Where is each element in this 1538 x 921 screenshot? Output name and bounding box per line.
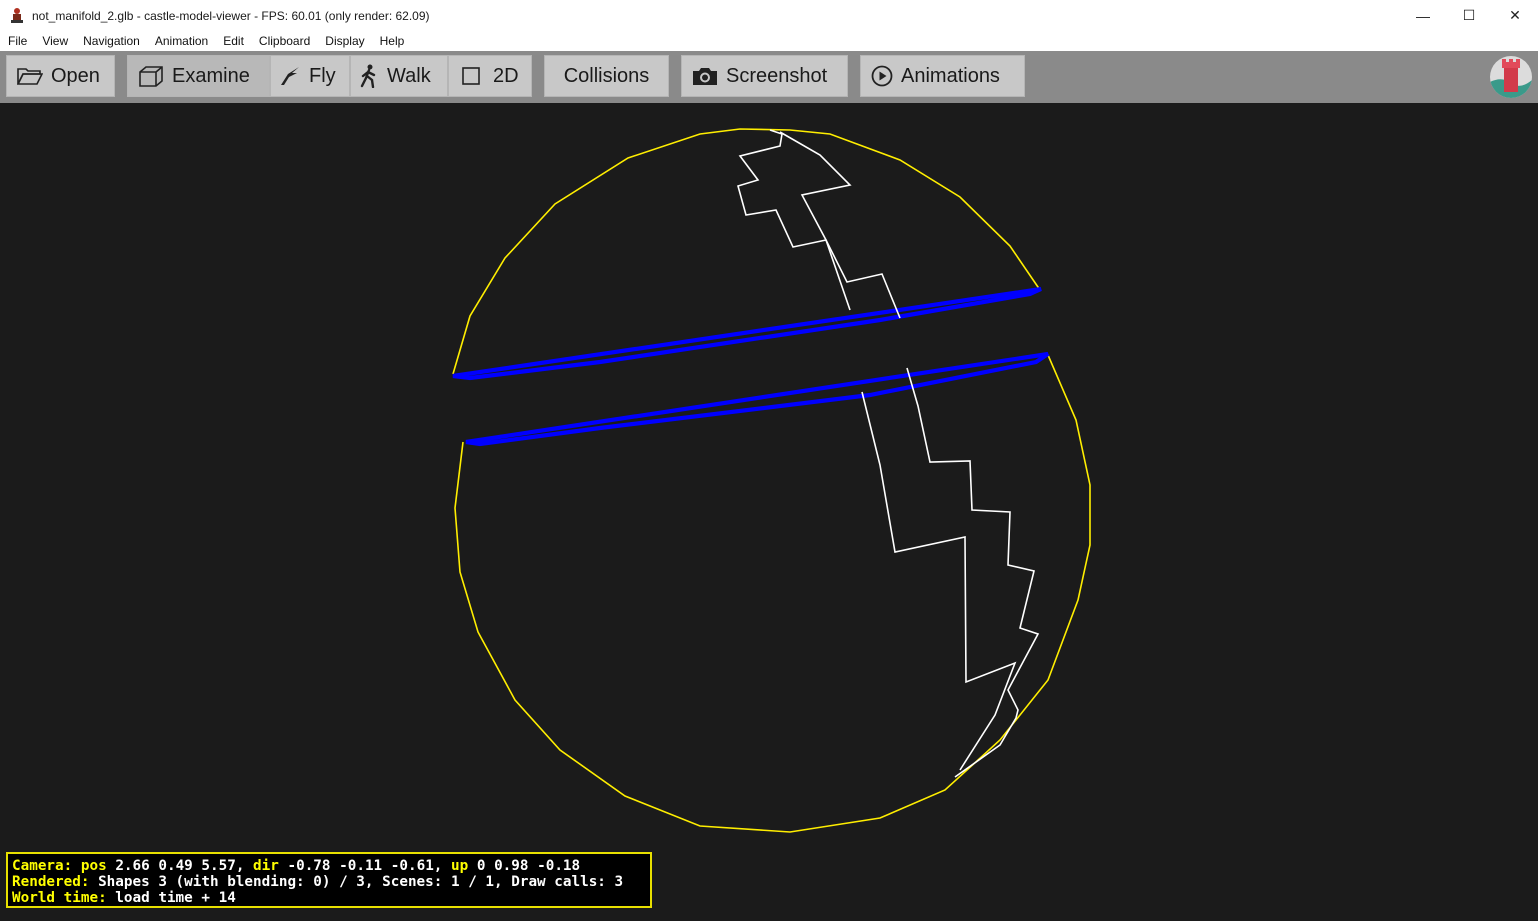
crack-line-outer [737, 129, 901, 319]
examine-button[interactable]: Examine [127, 55, 270, 97]
square-icon [461, 66, 481, 86]
walk-button[interactable]: Walk [350, 55, 448, 97]
fly-button[interactable]: Fly [270, 55, 350, 97]
menu-edit[interactable]: Edit [215, 31, 251, 51]
open-button[interactable]: Open [6, 55, 115, 97]
dir-value: -0.78 -0.11 -0.61, [287, 858, 443, 874]
menu-animation[interactable]: Animation [147, 31, 215, 51]
menu-navigation[interactable]: Navigation [75, 31, 147, 51]
pos-label: pos [80, 858, 107, 874]
camera-label: Camera: [12, 858, 73, 874]
world-time-value: load time + 14 [115, 890, 236, 906]
title-bar: not_manifold_2.glb - castle-model-viewer… [0, 0, 1538, 31]
up-label: up [451, 858, 469, 874]
examine-label: Examine [172, 64, 250, 87]
world-time-status-line: World time: load time + 14 [12, 890, 650, 906]
crack-line-lower-inner [861, 391, 1017, 771]
camera-status-line: Camera: pos 2.66 0.49 5.57, dir -0.78 -0… [12, 858, 650, 874]
collisions-label: Collisions [563, 64, 650, 87]
cube-icon [138, 65, 164, 87]
menu-view[interactable]: View [34, 31, 75, 51]
screenshot-button[interactable]: Screenshot [681, 55, 848, 97]
fly-label: Fly [309, 64, 336, 87]
rendered-status-line: Rendered: Shapes 3 (with blending: 0) / … [12, 874, 650, 890]
crack-line-lower-outer [906, 367, 1040, 778]
maximize-button[interactable]: ☐ [1446, 0, 1492, 31]
animations-button[interactable]: Animations [860, 55, 1025, 97]
pos-value: 2.66 0.49 5.57, [115, 858, 245, 874]
world-time-label: World time: [12, 890, 107, 906]
menu-clipboard[interactable]: Clipboard [251, 31, 317, 51]
toolbar: Open Examine Fly Walk 2D Collisions Scre… [0, 51, 1538, 103]
minimize-button[interactable]: — [1400, 0, 1446, 31]
camera-icon [692, 66, 718, 86]
menu-bar: File View Navigation Animation Edit Clip… [0, 31, 1538, 51]
2d-label: 2D [493, 64, 519, 87]
menu-help[interactable]: Help [372, 31, 412, 51]
castle-app-icon [8, 7, 26, 25]
window-title: not_manifold_2.glb - castle-model-viewer… [32, 8, 430, 23]
dir-label: dir [253, 858, 279, 874]
screenshot-label: Screenshot [726, 64, 828, 87]
close-button[interactable]: ✕ [1492, 0, 1538, 31]
walking-person-icon [359, 64, 379, 88]
scene-render [452, 128, 1091, 833]
collisions-button[interactable]: Collisions [544, 55, 669, 97]
sphere-lower-body [454, 354, 1091, 833]
2d-button[interactable]: 2D [448, 55, 532, 97]
menu-file[interactable]: File [0, 31, 34, 51]
animations-label: Animations [901, 64, 1000, 87]
bird-icon [279, 65, 301, 87]
rendered-label: Rendered: [12, 874, 90, 890]
3d-viewport[interactable] [0, 103, 1538, 916]
rendered-value: Shapes 3 (with blending: 0) / 3, Scenes:… [98, 874, 624, 890]
castle-logo-icon [1490, 56, 1532, 98]
menu-display[interactable]: Display [317, 31, 371, 51]
folder-icon [17, 66, 43, 86]
crack-line-inner [779, 131, 852, 311]
status-overlay: Camera: pos 2.66 0.49 5.57, dir -0.78 -0… [6, 852, 652, 908]
walk-label: Walk [387, 64, 431, 87]
up-value: 0 0.98 -0.18 [476, 858, 581, 874]
blue-ring-upper [452, 286, 1042, 381]
play-circle-icon [871, 65, 893, 87]
open-label: Open [51, 64, 100, 87]
